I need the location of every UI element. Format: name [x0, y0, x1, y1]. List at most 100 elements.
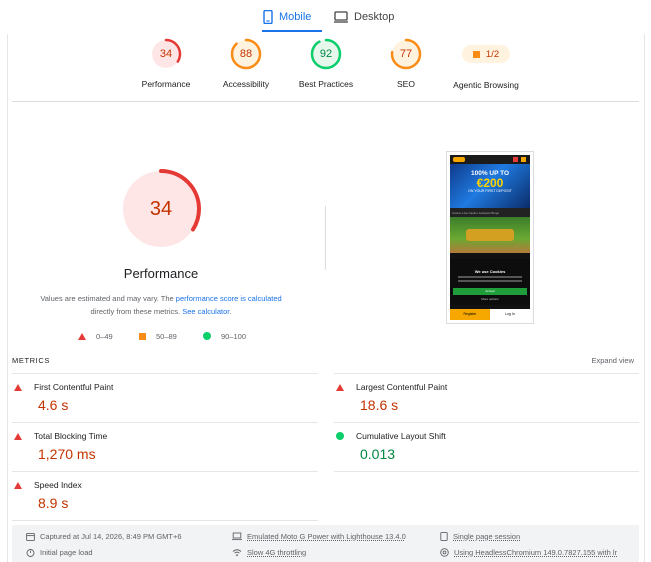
gauge-ring: 88 — [230, 38, 262, 70]
chrome-icon — [440, 548, 449, 557]
tab-mobile-label: Mobile — [279, 11, 312, 23]
site-logo — [453, 157, 465, 162]
gauge-score: 92 — [319, 48, 333, 60]
legend-range: 90–100 — [221, 331, 247, 341]
metric-value: 4.6 s — [38, 397, 69, 413]
metric-tbt: Total Blocking Time 1,270 ms — [12, 431, 302, 462]
fail-triangle-icon — [14, 383, 22, 391]
run-info-panel: Captured at Jul 14, 2026, 8:49 PM GMT+6 … — [12, 525, 639, 562]
info-initial-load: Initial page load — [26, 548, 93, 557]
metric-label: Largest Contentful Paint — [356, 382, 448, 392]
metric-lcp: Largest Contentful Paint 18.6 s — [334, 382, 624, 413]
metric-divider — [12, 422, 318, 423]
initial-load-text: Initial page load — [40, 548, 93, 557]
site-button — [521, 157, 526, 162]
see-calculator-link[interactable]: See calculator — [182, 307, 229, 316]
game-title — [466, 229, 514, 241]
score-calculated-link[interactable]: performance score is calculated — [176, 294, 282, 303]
screenshot-screen: 100% UP TO €200 ON YOUR FIRST DEPOSIT Ca… — [450, 155, 530, 320]
register-button: Register — [450, 309, 490, 320]
banner-amount: €200 — [476, 176, 504, 190]
gauge-score: 77 — [399, 48, 413, 60]
vertical-divider — [325, 206, 326, 270]
metric-divider — [334, 422, 639, 423]
site-header — [450, 155, 530, 164]
metric-divider — [12, 373, 318, 374]
metric-divider — [12, 520, 318, 521]
fail-triangle-icon — [78, 332, 86, 340]
note-text-2: directly from these metrics. — [90, 307, 183, 316]
metric-cls: Cumulative Layout Shift 0.013 — [334, 431, 624, 462]
pass-circle-icon — [336, 432, 344, 440]
performance-gauge-large: 34 — [120, 168, 202, 250]
agentic-score: 1/2 — [485, 48, 500, 60]
performance-score: 34 — [149, 198, 173, 220]
expand-view-toggle[interactable]: Expand view — [591, 356, 634, 365]
info-browser[interactable]: Using HeadlessChromium 149.0.7827.155 wi… — [440, 548, 617, 557]
metric-fcp: First Contentful Paint 4.6 s — [12, 382, 302, 413]
metric-speed-index: Speed Index 8.9 s — [12, 480, 302, 511]
tab-desktop-label: Desktop — [354, 11, 395, 23]
banner-sub: ON YOUR FIRST DEPOSIT — [468, 189, 512, 193]
site-button — [513, 157, 518, 162]
cookie-accept: Accept — [453, 288, 527, 295]
wifi-icon — [232, 549, 242, 557]
metric-divider — [12, 471, 318, 472]
tab-desktop[interactable]: Desktop — [334, 8, 394, 26]
gauge-ring: 77 — [390, 38, 422, 70]
cookie-dialog: We use Cookies Accept More options — [450, 259, 530, 305]
cookie-text-line — [458, 280, 522, 282]
active-tab-indicator — [262, 30, 322, 32]
info-device[interactable]: Emulated Moto G Power with Lighthouse 13… — [232, 532, 406, 541]
mobile-icon — [263, 10, 273, 24]
fail-triangle-icon — [14, 481, 22, 489]
browser-text: Using HeadlessChromium 149.0.7827.155 wi… — [454, 548, 618, 557]
metric-divider — [334, 471, 639, 472]
gauge-score: 88 — [239, 48, 253, 60]
divider — [12, 101, 639, 102]
legend-pass: 90–100 — [203, 331, 246, 341]
gauge-score: 34 — [159, 48, 173, 60]
metrics-title: METRICS — [12, 356, 50, 365]
cookie-text-line — [458, 276, 522, 278]
performance-note: Values are estimated and may vary. The p… — [28, 292, 294, 318]
page-screenshot-thumbnail[interactable]: 100% UP TO €200 ON YOUR FIRST DEPOSIT Ca… — [446, 151, 534, 324]
metric-value: 18.6 s — [360, 397, 399, 413]
info-captured: Captured at Jul 14, 2026, 8:49 PM GMT+6 — [26, 532, 182, 541]
legend-range: 50–89 — [156, 331, 177, 341]
metric-label: First Contentful Paint — [34, 382, 114, 392]
gauge-agentic-browsing[interactable]: 1/2 — [462, 45, 510, 63]
cookie-more: More options — [481, 297, 499, 301]
device-text: Emulated Moto G Power with Lighthouse 13… — [247, 532, 406, 541]
game-banner — [450, 217, 530, 253]
agentic-label: Agentic Browsing — [453, 80, 519, 90]
metric-value: 8.9 s — [38, 495, 69, 511]
note-text: Values are estimated and may vary. The — [40, 294, 176, 303]
laptop-icon — [232, 532, 242, 541]
promo-banner: 100% UP TO €200 ON YOUR FIRST DEPOSIT — [450, 164, 530, 208]
average-square-icon — [472, 50, 480, 58]
gauge-ring: 92 — [310, 38, 342, 70]
metric-label: Cumulative Layout Shift — [356, 431, 446, 441]
info-throttling[interactable]: Slow 4G throttling — [232, 548, 306, 557]
legend-fail: 0–49 — [78, 331, 113, 341]
pass-circle-icon — [203, 332, 211, 340]
site-footer: Register Log In — [450, 309, 530, 320]
tab-mobile[interactable]: Mobile — [263, 8, 311, 26]
average-square-icon — [139, 332, 146, 340]
info-session[interactable]: Single page session — [440, 532, 520, 541]
timer-icon — [26, 549, 35, 557]
metric-label: Speed Index — [34, 480, 82, 490]
session-text: Single page session — [453, 532, 521, 541]
performance-title: Performance — [123, 266, 199, 281]
metric-label: Total Blocking Time — [34, 431, 108, 441]
metric-value: 0.013 — [360, 446, 396, 462]
login-button: Log In — [490, 309, 530, 320]
throttling-text: Slow 4G throttling — [247, 548, 307, 557]
site-nav: Casino Live Casino Jackpots Bingo — [450, 208, 530, 217]
metric-divider — [334, 373, 639, 374]
metric-value: 1,270 ms — [38, 446, 96, 462]
device-tabs: Mobile Desktop — [0, 0, 651, 34]
document-icon — [440, 532, 448, 541]
note-period: . — [229, 307, 232, 316]
